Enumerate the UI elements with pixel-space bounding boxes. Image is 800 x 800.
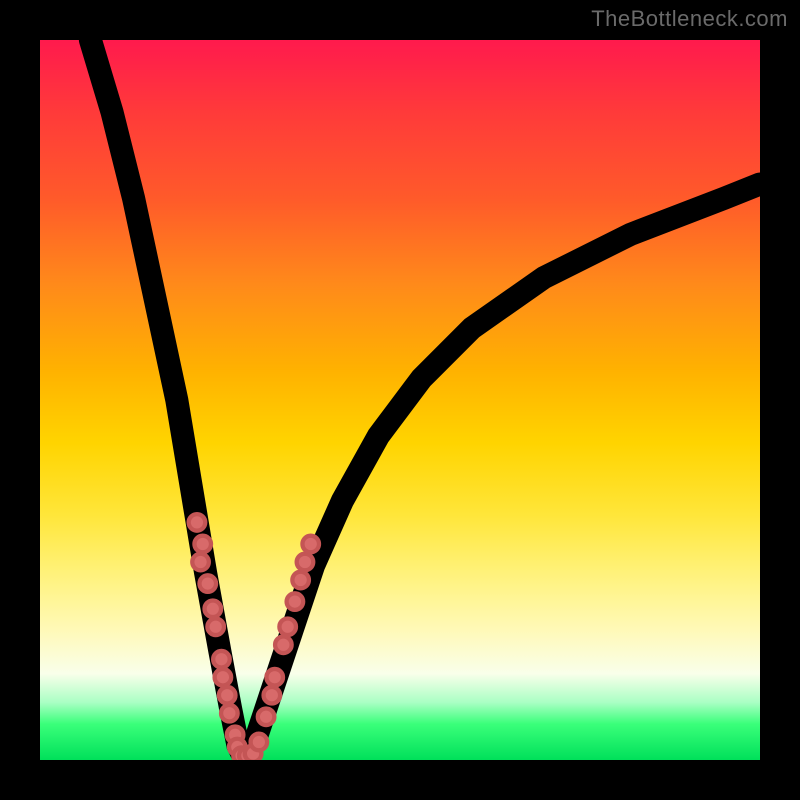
bead-dot	[264, 687, 281, 704]
bead-dot	[192, 554, 209, 571]
bead-dot	[287, 593, 304, 610]
bead-dot	[279, 619, 296, 636]
bead-dot	[199, 575, 216, 592]
bead-dot	[302, 536, 319, 553]
bead-dot	[258, 709, 275, 726]
bead-dot	[221, 705, 238, 722]
bead-dot	[297, 554, 314, 571]
bead-dot	[213, 651, 230, 668]
curve-svg	[40, 40, 760, 760]
bead-dot	[275, 637, 292, 654]
watermark-text: TheBottleneck.com	[591, 6, 788, 32]
chart-frame: TheBottleneck.com	[0, 0, 800, 800]
bead-dot	[219, 687, 236, 704]
bead-dot	[266, 669, 283, 686]
bead-dot	[205, 601, 222, 618]
bead-dot	[189, 514, 206, 531]
plot-area	[40, 40, 760, 760]
bead-dot	[292, 572, 309, 589]
bead-dot	[194, 536, 211, 553]
bead-dot	[215, 669, 232, 686]
bead-dot	[207, 619, 224, 636]
curve-right-branch	[245, 184, 760, 760]
bead-dot	[251, 734, 268, 751]
